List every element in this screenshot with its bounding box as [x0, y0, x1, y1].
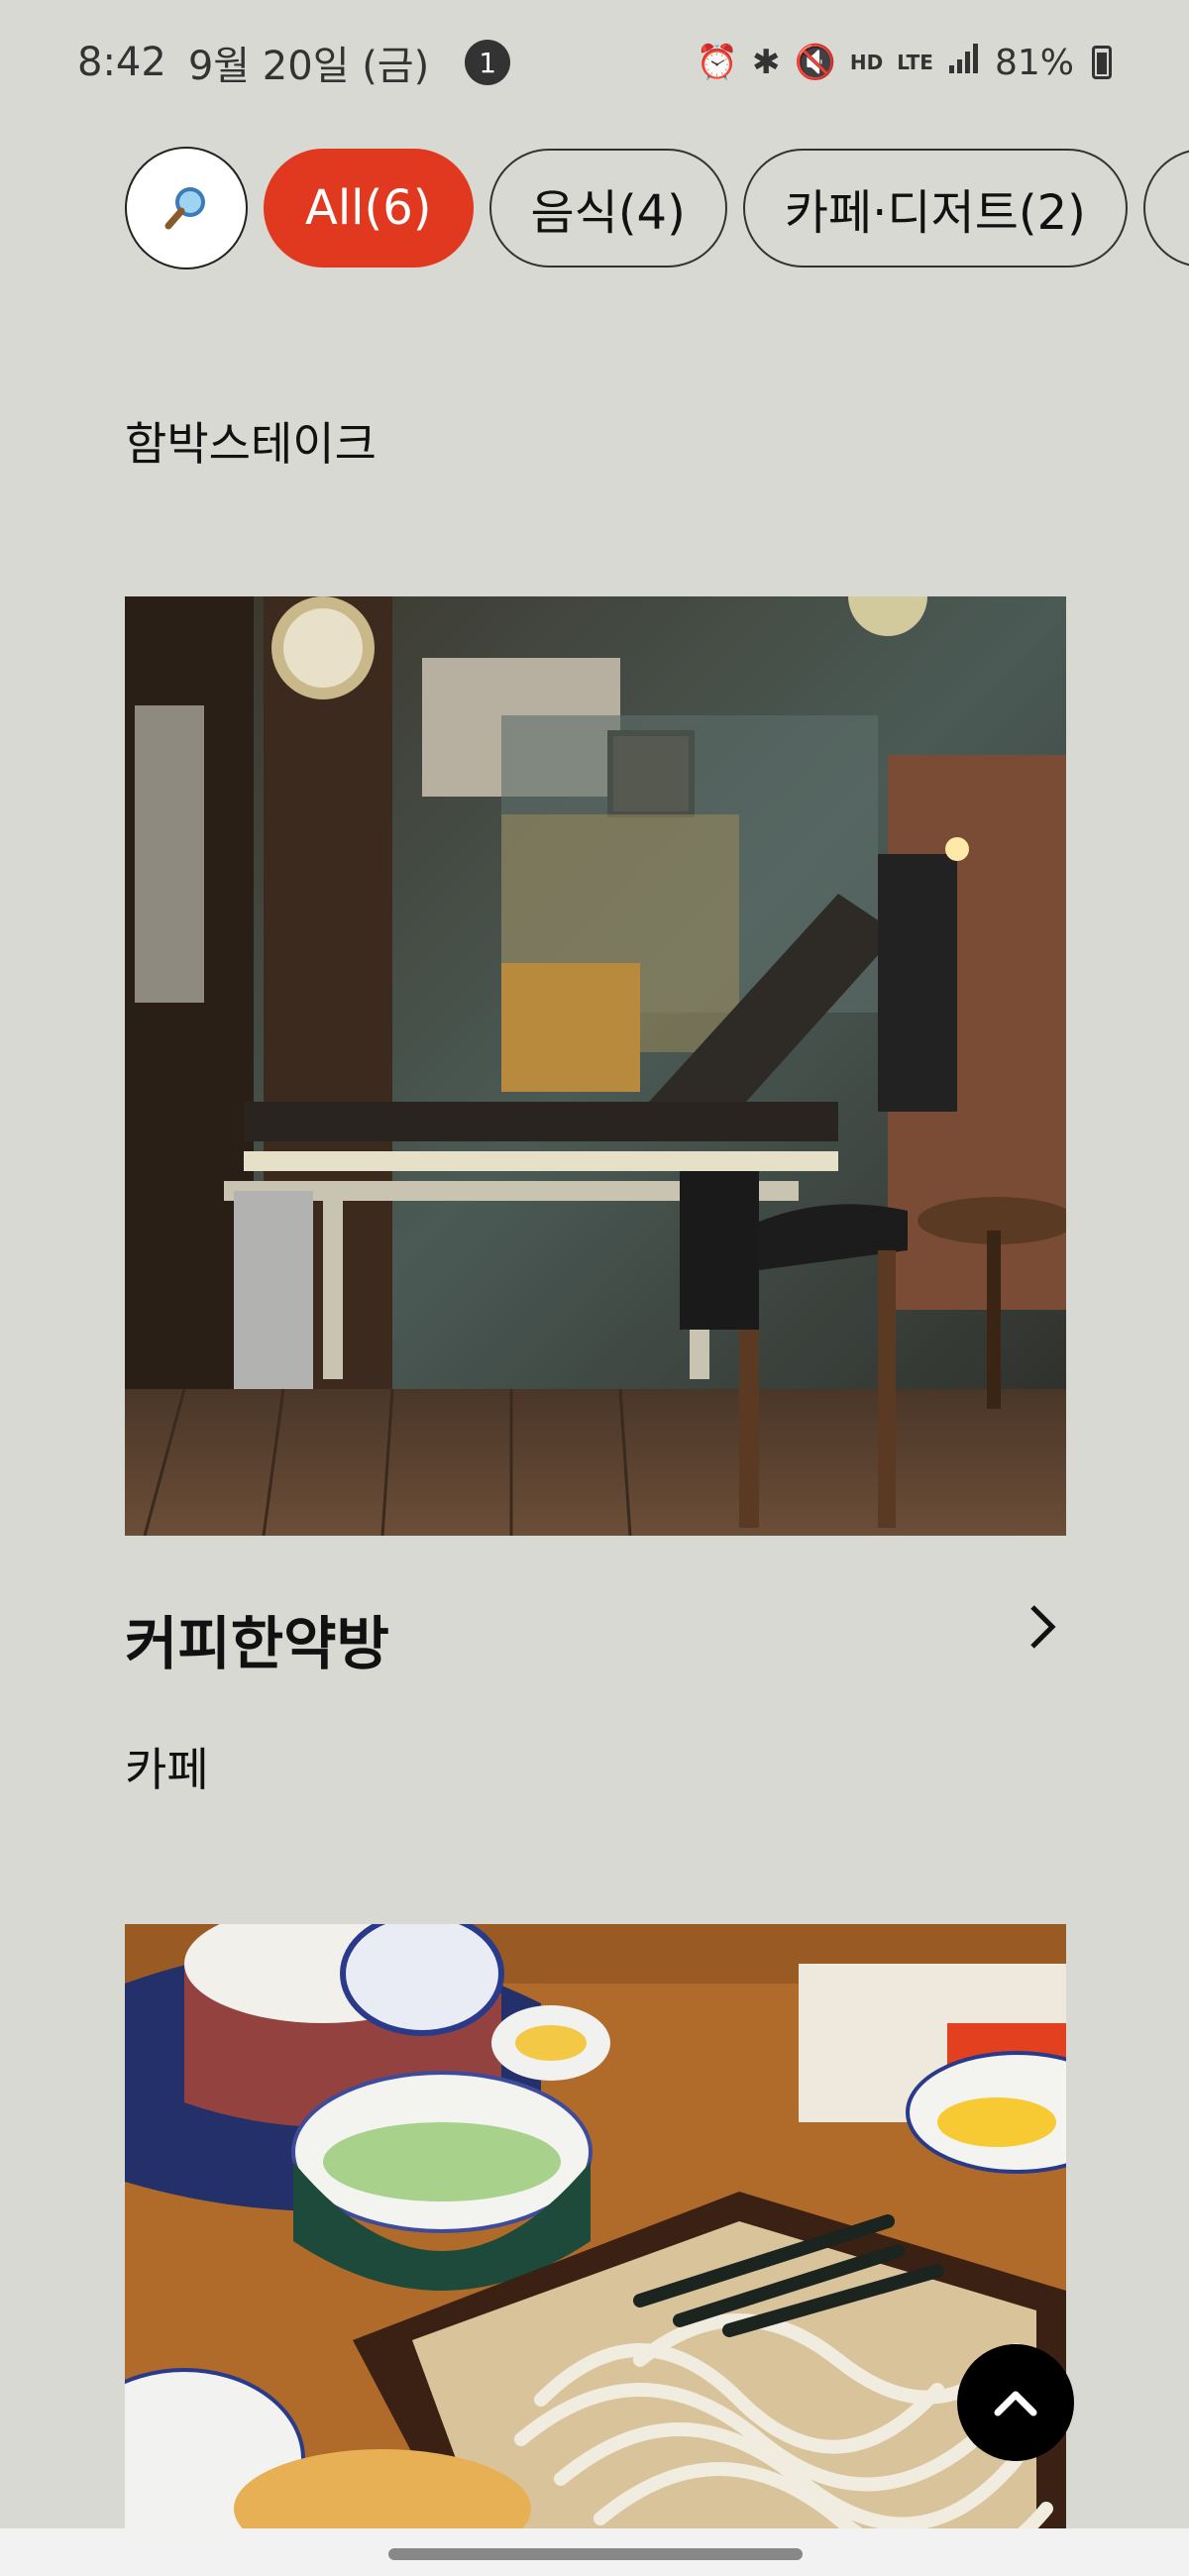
home-indicator[interactable] — [388, 2548, 803, 2560]
place-photo-soba[interactable] — [125, 1924, 1066, 2528]
filter-chip-cafe-dessert[interactable]: 카페·디저트(2) — [742, 149, 1128, 268]
category-filter-bar: All(6) 음식(4) 카페·디저트(2) — [0, 147, 1189, 269]
filter-chip-all[interactable]: All(6) — [264, 149, 474, 268]
place-title[interactable]: 커피한약방 — [125, 1597, 389, 1680]
mute-icon: 🔇 — [794, 43, 836, 82]
alarm-icon: ⏰ — [696, 43, 739, 82]
search-button[interactable] — [125, 147, 248, 269]
scroll-to-top-button[interactable] — [957, 2344, 1074, 2461]
bluetooth-icon: ✱ — [752, 43, 781, 82]
lte-icon: LTE — [897, 51, 933, 74]
hd-voice-icon: HD — [849, 51, 884, 74]
chevron-up-icon — [994, 2391, 1037, 2416]
filter-chip-food[interactable]: 음식(4) — [488, 149, 727, 268]
status-date: 9월 20일 (금) — [187, 44, 430, 89]
status-right: ⏰ ✱ 🔇 HD LTE 81% — [697, 42, 1112, 84]
signal-icon — [947, 42, 981, 84]
search-icon — [164, 187, 205, 230]
status-bar: 8:42 9월 20일 (금) 1 ⏰ ✱ 🔇 HD LTE 81% — [0, 0, 1189, 125]
status-left: 8:42 9월 20일 (금) 1 — [77, 34, 511, 91]
notification-count-badge: 1 — [465, 40, 511, 85]
place-category: 함박스테이크 — [125, 417, 377, 471]
place-title-clipped[interactable] — [125, 269, 521, 335]
place-photo-cafe[interactable] — [125, 596, 1066, 1536]
place-category: 카페 — [125, 1743, 209, 1796]
chevron-right-icon[interactable] — [1023, 1597, 1062, 1657]
battery-percent: 81% — [994, 42, 1074, 83]
system-nav-bar — [0, 2528, 1189, 2576]
battery-icon — [1092, 46, 1112, 79]
filter-chip-more[interactable] — [1142, 149, 1189, 268]
status-time: 8:42 — [77, 40, 166, 85]
